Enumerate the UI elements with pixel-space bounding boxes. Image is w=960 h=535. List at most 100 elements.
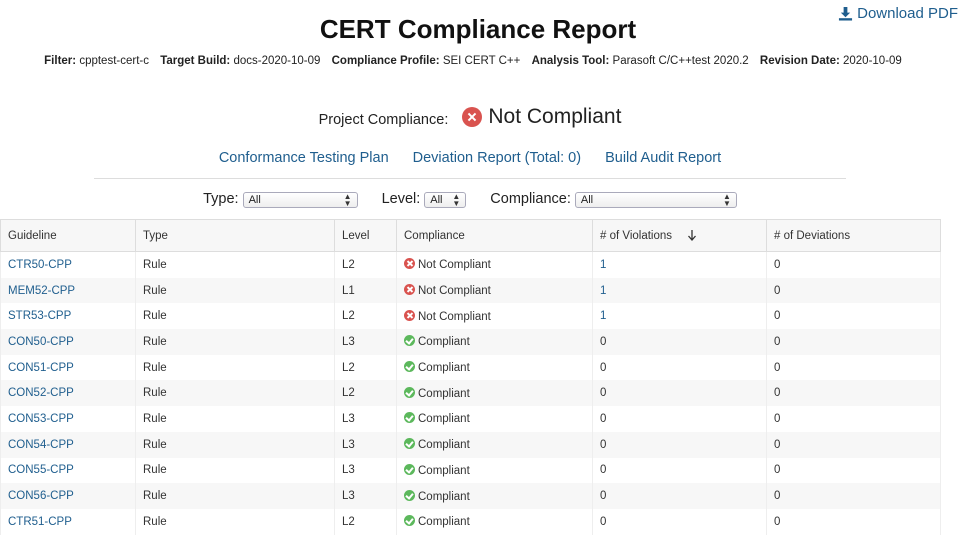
violations-link[interactable]: 1 (600, 310, 606, 322)
col-level[interactable]: Level (334, 219, 397, 252)
guideline-link[interactable]: MEM52-CPP (8, 285, 75, 297)
check-circle-icon (404, 361, 415, 373)
check-circle-icon (404, 463, 415, 475)
guideline-link[interactable]: CTR51-CPP (8, 516, 72, 528)
type-cell: Rule (135, 329, 335, 355)
level-cell: L3 (334, 406, 397, 432)
type-select[interactable]: All ▲ ▼ (242, 192, 358, 208)
meta-revision-date: Revision Date: 2020-10-09 (759, 55, 902, 67)
guideline-cell: CON56-CPP (0, 483, 136, 509)
guideline-cell: CTR51-CPP (0, 508, 136, 535)
deviations-cell: 0 (766, 303, 941, 330)
guideline-link[interactable]: CON55-CPP (8, 464, 74, 476)
type-cell: Rule (135, 354, 335, 381)
col-guideline[interactable]: Guideline (0, 219, 136, 252)
compliance-text: Not Compliant (418, 310, 491, 323)
violations-count: 0 (600, 335, 607, 348)
build-audit-link[interactable]: Build Audit Report (605, 150, 721, 166)
guideline-link[interactable]: CON51-CPP (8, 362, 74, 374)
type-cell: Rule (135, 277, 335, 304)
level-cell: L1 (334, 277, 397, 304)
guideline-cell: STR53-CPP (0, 303, 136, 330)
level-filter: Level: All ▲ ▼ (382, 190, 467, 208)
level-cell: L2 (334, 303, 397, 330)
compliance-text: Compliant (418, 413, 470, 426)
deviation-report-link[interactable]: Deviation Report (Total: 0) (413, 150, 581, 166)
guideline-link[interactable]: CON56-CPP (8, 490, 74, 502)
table-row: MEM52-CPP Rule L1 Not Compliant 1 0 (0, 277, 941, 304)
level-cell: L2 (334, 251, 397, 278)
compliance-cell: Compliant (396, 354, 593, 381)
compliance-cell: Compliant (396, 431, 593, 458)
guideline-link[interactable]: CON52-CPP (8, 387, 74, 399)
table-row: CON55-CPP Rule L3 Compliant 0 0 (0, 457, 941, 484)
type-cell: Rule (135, 457, 335, 484)
violations-link[interactable]: 1 (600, 259, 606, 271)
x-circle-icon (404, 309, 415, 321)
conformance-plan-link[interactable]: Conformance Testing Plan (219, 150, 389, 166)
select-arrows-icon: ▲ ▼ (452, 192, 461, 208)
guideline-link[interactable]: CTR50-CPP (8, 259, 72, 271)
x-circle-icon (404, 284, 415, 296)
violations-count: 0 (600, 464, 607, 477)
filter-bar: Type: All ▲ ▼ Level: All ▲ ▼ Compliance: A… (0, 190, 940, 208)
violations-cell: 0 (592, 354, 767, 381)
table-header-row: Guideline Type Level Compliance # of Vio… (0, 219, 941, 252)
guideline-link[interactable]: CON53-CPP (8, 413, 74, 425)
compliance-select[interactable]: All ▲ ▼ (574, 192, 737, 208)
table-row: CON52-CPP Rule L2 Compliant 0 0 (0, 380, 941, 407)
check-circle-icon (404, 438, 415, 450)
violations-count: 0 (600, 515, 607, 528)
deviations-cell: 0 (766, 457, 941, 484)
table-row: CON50-CPP Rule L3 Compliant 0 0 (0, 329, 941, 355)
col-deviations[interactable]: # of Deviations (766, 219, 941, 252)
compliance-text: Compliant (418, 464, 470, 477)
col-violations[interactable]: # of Violations (592, 219, 767, 252)
compliance-text: Not Compliant (418, 285, 491, 298)
deviations-cell: 0 (766, 406, 941, 432)
project-compliance: Project Compliance: Not Compliant (0, 105, 940, 129)
deviations-cell: 0 (766, 483, 941, 509)
deviations-cell: 0 (766, 508, 941, 535)
violations-count: 0 (600, 490, 607, 503)
guideline-link[interactable]: CON50-CPP (8, 336, 74, 348)
type-cell: Rule (135, 508, 335, 535)
level-cell: L3 (334, 483, 397, 509)
level-cell: L2 (334, 380, 397, 407)
type-cell: Rule (135, 431, 335, 458)
check-circle-icon (404, 335, 415, 347)
compliance-filter: Compliance: All ▲ ▼ (490, 190, 737, 208)
violations-link[interactable]: 1 (600, 285, 606, 297)
guideline-cell: CON52-CPP (0, 380, 136, 407)
violations-count: 0 (600, 361, 607, 374)
violations-cell: 1 (592, 277, 767, 304)
violations-count: 0 (600, 438, 607, 451)
report-meta: Filter: cpptest-cert-c Target Build: doc… (0, 55, 946, 67)
type-cell: Rule (135, 251, 335, 278)
deviations-cell: 0 (766, 380, 941, 407)
col-type[interactable]: Type (135, 219, 335, 252)
page-title: CERT Compliance Report (319, 14, 637, 44)
compliance-text: Compliant (418, 439, 470, 452)
level-select[interactable]: All ▲ ▼ (424, 192, 467, 208)
type-filter-label: Type: (203, 191, 239, 207)
col-compliance[interactable]: Compliance (396, 219, 593, 252)
compliance-text: Not Compliant (418, 259, 491, 272)
violations-cell: 0 (592, 406, 767, 432)
guideline-link[interactable]: CON54-CPP (8, 439, 74, 451)
compliance-cell: Not Compliant (396, 251, 593, 278)
violations-cell: 0 (592, 457, 767, 484)
guideline-cell: CTR50-CPP (0, 251, 136, 278)
deviations-cell: 0 (766, 329, 941, 355)
project-compliance-status: Not Compliant (462, 105, 621, 129)
report-links: Conformance Testing Plan Deviation Repor… (0, 150, 940, 166)
select-arrows-icon: ▲ ▼ (722, 192, 731, 208)
guideline-link[interactable]: STR53-CPP (8, 310, 71, 322)
guideline-cell: CON53-CPP (0, 406, 136, 432)
compliance-cell: Compliant (396, 380, 593, 407)
violations-count: 0 (600, 387, 607, 400)
type-cell: Rule (135, 406, 335, 432)
table-row: CTR50-CPP Rule L2 Not Compliant 1 0 (0, 251, 941, 278)
level-cell: L2 (334, 508, 397, 535)
type-cell: Rule (135, 303, 335, 330)
